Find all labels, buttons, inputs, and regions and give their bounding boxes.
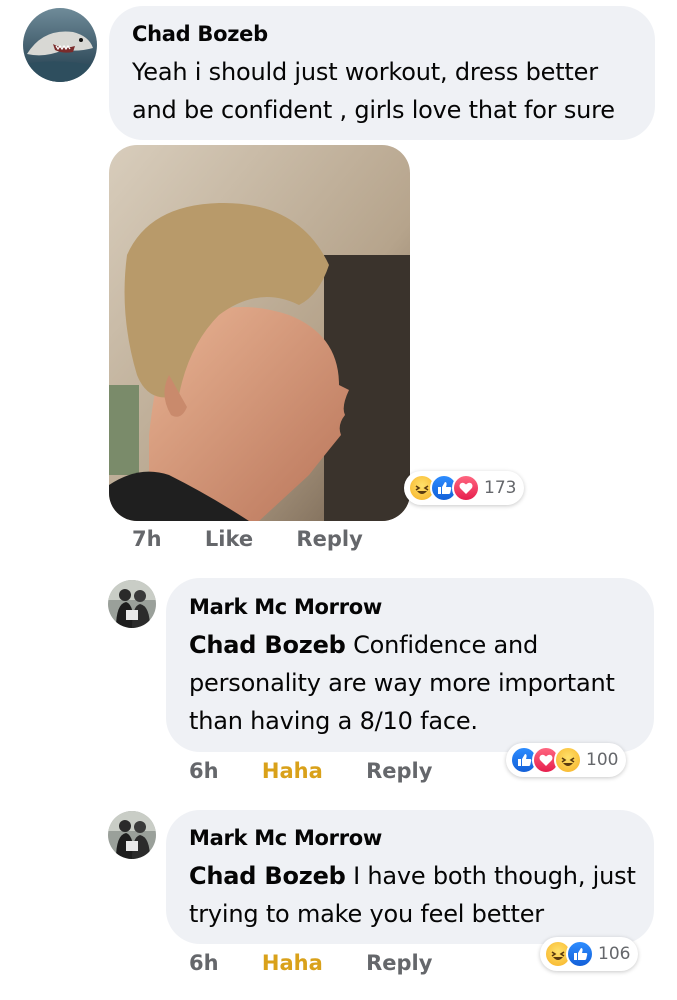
avatar-mark-mc-morrow[interactable] (108, 580, 156, 628)
comment-time[interactable]: 6h (189, 759, 219, 783)
comment-time[interactable]: 6h (189, 951, 219, 975)
comment-text-line: Yeah i should just workout, dress better (132, 58, 598, 86)
reply-button[interactable]: Reply (296, 527, 362, 551)
comment-text-line: personality are way more important (189, 669, 615, 697)
comment-text: Yeah i should just workout, dress better… (132, 53, 615, 129)
comment-text: Chad Bozeb Confidence and personality ar… (189, 626, 615, 740)
comment-text: Chad Bozeb I have both though, just tryi… (189, 857, 636, 933)
reaction-count: 173 (484, 478, 517, 498)
comment-text-line: I have both though, just (345, 862, 636, 890)
haha-reaction-button[interactable]: Haha (262, 951, 323, 975)
reaction-summary[interactable]: 173 (404, 471, 525, 505)
comment-photo[interactable] (109, 145, 410, 521)
mention-chad-bozeb[interactable]: Chad Bozeb (189, 631, 346, 659)
comment-author[interactable]: Mark Mc Morrow (189, 595, 382, 619)
reaction-summary[interactable]: 100 (506, 743, 627, 777)
avatar-mark-mc-morrow[interactable] (108, 811, 156, 859)
comment-text-line: trying to make you feel better (189, 900, 544, 928)
comment-author[interactable]: Chad Bozeb (132, 22, 268, 46)
comment-author[interactable]: Mark Mc Morrow (189, 826, 382, 850)
comment-actions: 6h Haha Reply (189, 759, 432, 783)
like-button[interactable]: Like (205, 527, 253, 551)
reaction-summary[interactable]: 106 (540, 937, 639, 971)
haha-icon (554, 746, 582, 774)
comment-text-line: and be confident , girls love that for s… (132, 96, 615, 124)
haha-reaction-button[interactable]: Haha (262, 759, 323, 783)
reply-button[interactable]: Reply (366, 759, 432, 783)
avatar-chad-bozeb[interactable] (23, 8, 97, 82)
comment-actions: 6h Haha Reply (189, 951, 432, 975)
comment-actions: 7h Like Reply (132, 527, 363, 551)
reaction-count: 106 (598, 944, 631, 964)
love-icon (452, 474, 480, 502)
mention-chad-bozeb[interactable]: Chad Bozeb (189, 862, 346, 890)
comment-time[interactable]: 7h (132, 527, 162, 551)
comment-text-line: than having a 8/10 face. (189, 707, 478, 735)
reaction-count: 100 (586, 750, 619, 770)
reply-button[interactable]: Reply (366, 951, 432, 975)
comment-text-line: Confidence and (345, 631, 538, 659)
like-icon (566, 940, 594, 968)
